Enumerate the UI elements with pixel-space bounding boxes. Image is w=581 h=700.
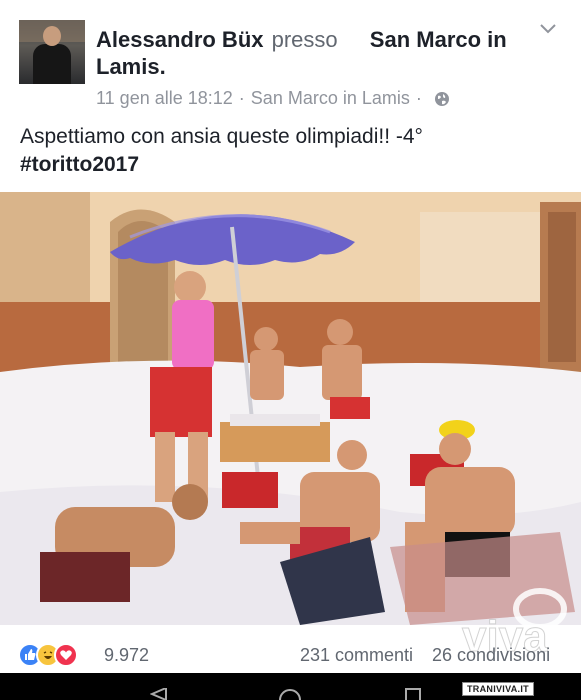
home-icon[interactable]	[278, 688, 302, 700]
reaction-count[interactable]: 9.972	[104, 645, 149, 666]
separator: ·	[238, 88, 245, 108]
watermark-site: TRANIVIVA.IT	[462, 682, 534, 696]
globe-icon	[434, 91, 449, 106]
back-icon[interactable]	[150, 688, 168, 700]
post-title: Alessandro Büx presso San Marco in	[96, 26, 526, 54]
post-date[interactable]: 11 gen alle 18:12	[96, 88, 233, 109]
connector-text: presso	[271, 27, 338, 52]
post-photo[interactable]	[0, 192, 581, 625]
photo-scene	[0, 192, 581, 625]
post-location[interactable]: San Marco in Lamis	[251, 88, 410, 109]
separator: ·	[415, 88, 422, 108]
author-name[interactable]: Alessandro Büx	[96, 27, 264, 52]
hashtag-link[interactable]: #toritto2017	[20, 151, 139, 179]
post-text: Aspettiamo con ansia queste olimpiadi!! …	[20, 125, 423, 148]
place-name[interactable]: San Marco in	[370, 27, 507, 52]
chevron-down-icon[interactable]	[538, 22, 558, 36]
shares-count[interactable]: 26 condivisioni	[432, 645, 550, 666]
reactions-bar: 9.972 231 commenti 26 condivisioni	[0, 637, 581, 673]
place-name-continued[interactable]: Lamis.	[96, 53, 166, 81]
reaction-icons[interactable]	[18, 643, 78, 667]
comments-count[interactable]: 231 commenti	[300, 645, 413, 666]
post-meta: 11 gen alle 18:12 · San Marco in Lamis ·	[96, 88, 450, 109]
love-icon	[54, 643, 78, 667]
avatar[interactable]	[19, 20, 85, 84]
post-header: Alessandro Büx presso San Marco in Lamis…	[0, 0, 581, 112]
recents-icon[interactable]	[405, 688, 421, 700]
